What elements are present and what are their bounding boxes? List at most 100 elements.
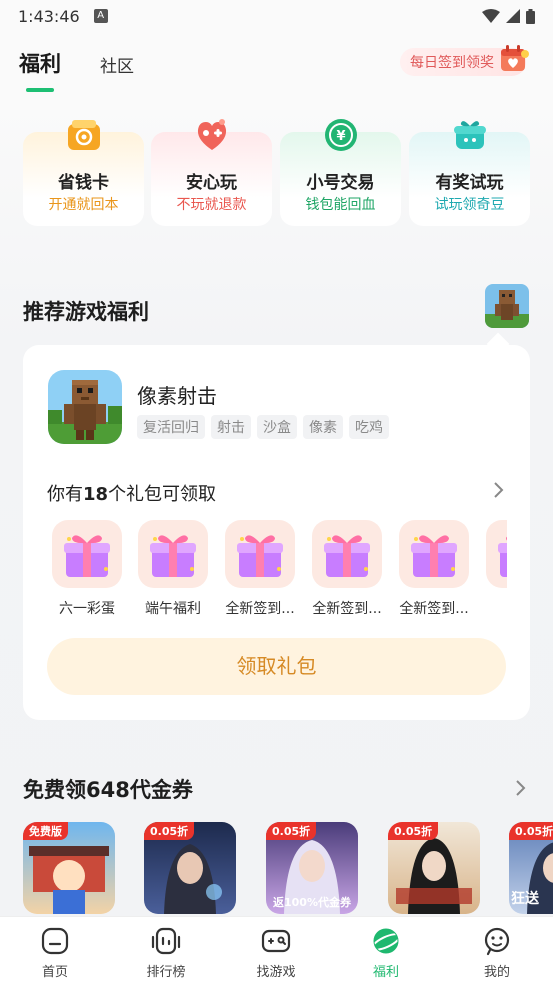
claim-gift-button[interactable]: 领取礼包 — [47, 638, 506, 695]
nav-label: 排行榜 — [146, 965, 186, 980]
gift-tile — [138, 520, 208, 588]
pixel-game-thumbnail-icon — [485, 284, 529, 328]
gift-count-suffix: 个礼包可领取 — [108, 484, 217, 505]
home-icon — [41, 927, 69, 955]
gift-label: 全新签到... — [399, 601, 469, 617]
recommend-section-title: 推荐游戏福利 — [23, 300, 149, 324]
game-tag: 像素 — [303, 415, 343, 439]
profile-icon — [484, 927, 510, 956]
gamepad-heart-icon — [197, 119, 227, 150]
gift-item[interactable]: 全新签到... — [220, 520, 300, 618]
find-game-icon — [261, 929, 291, 953]
planet-icon — [371, 928, 401, 954]
nav-label: 福利 — [372, 965, 399, 980]
feature-title: 有奖试玩 — [435, 173, 504, 193]
gift-item[interactable]: 全新 — [481, 520, 507, 618]
nav-icon-wrap — [126, 925, 206, 957]
gift-label: 六一彩蛋 — [59, 601, 115, 617]
gift-item[interactable]: 全新签到... — [394, 520, 474, 618]
status-time: 1:43:46 — [18, 6, 80, 26]
gift-tile — [52, 520, 122, 588]
pixel-shooter-game-icon — [48, 370, 122, 444]
gift-tile — [399, 520, 469, 588]
signal-icon — [506, 9, 520, 23]
game-name[interactable]: 像素射击 — [137, 380, 217, 409]
game-icon[interactable] — [48, 370, 122, 444]
coupon-game-tile[interactable]: 免费版 — [23, 822, 115, 914]
status-bar: 1:43:46 A — [0, 0, 553, 32]
chevron-right-icon[interactable] — [490, 480, 506, 500]
gift-box-icon — [498, 536, 507, 577]
gift-item[interactable]: 全新签到... — [307, 520, 387, 618]
active-tab-indicator — [26, 88, 54, 92]
daily-checkin-label: 每日签到领奖 — [410, 55, 494, 71]
gift-label: 全新签到... — [225, 601, 295, 617]
gift-box-icon — [324, 535, 370, 577]
nav-icon-wrap — [346, 925, 426, 957]
daily-checkin-button[interactable]: 每日签到领奖 — [400, 45, 529, 76]
feature-title: 省钱卡 — [58, 173, 109, 193]
coupon-badge: 免费版 — [23, 822, 68, 840]
feature-subtitle: 不玩就退款 — [176, 197, 247, 213]
nav-ranking[interactable]: 排行榜 — [126, 925, 206, 980]
coupon-game-tile[interactable]: 0.05折 返100%代金券 — [266, 822, 358, 914]
feature-subtitle: 钱包能回血 — [305, 197, 376, 213]
gift-bag-icon — [454, 121, 486, 149]
coupon-section-title: 免费领648代金券 — [23, 778, 193, 802]
nav-icon-wrap — [457, 925, 537, 957]
tab-community[interactable]: 社区 — [100, 52, 134, 77]
gift-label: 端午福利 — [145, 601, 201, 617]
feature-card-trial-play[interactable]: 有奖试玩 试玩领奇豆 — [409, 121, 530, 226]
svg-text:¥: ¥ — [336, 129, 345, 144]
nav-profile[interactable]: 我的 — [457, 925, 537, 980]
feature-title: 小号交易 — [306, 173, 375, 193]
game-tag: 复活回归 — [137, 415, 205, 439]
gift-box-icon — [411, 535, 457, 577]
wifi-icon — [482, 9, 500, 23]
gift-tile — [312, 520, 382, 588]
gift-tile — [486, 520, 507, 588]
gift-list: 六一彩蛋 端午福利 全新签到... 全新签到... 全新签到... 全新 — [47, 520, 507, 620]
battery-icon — [526, 8, 535, 24]
coupon-caption: 返100%代金券 — [273, 896, 351, 909]
coupon-caption: 狂送 — [511, 891, 539, 907]
gift-count-prefix: 你有 — [47, 484, 83, 505]
coupon-badge: 0.05折 — [509, 822, 553, 840]
game-tag: 吃鸡 — [349, 415, 389, 439]
gift-item[interactable]: 端午福利 — [133, 520, 213, 618]
coupon-game-tile[interactable]: 0.05折 狂送 — [509, 822, 553, 914]
top-bar: 福利 社区 每日签到领奖 — [0, 32, 553, 98]
selected-game-thumbnail[interactable] — [485, 284, 529, 328]
coupon-badge: 0.05折 — [144, 822, 195, 840]
chevron-right-icon[interactable] — [512, 778, 528, 798]
coupon-game-tile[interactable]: 0.05折 — [388, 822, 480, 914]
feature-title: 安心玩 — [186, 173, 237, 193]
feature-subtitle: 试玩领奇豆 — [434, 197, 505, 213]
feature-card-account-trade[interactable]: ¥ 小号交易 钱包能回血 — [280, 119, 401, 226]
nav-icon-wrap — [15, 925, 95, 957]
wallet-card-icon — [68, 120, 100, 150]
notification-badge-icon: A — [93, 9, 108, 23]
coupon-game-tile[interactable]: 0.05折 — [144, 822, 236, 914]
gift-count-row[interactable]: 你有18个礼包可领取 — [47, 480, 216, 506]
nav-home[interactable]: 首页 — [15, 925, 95, 980]
gift-item[interactable]: 六一彩蛋 — [47, 520, 127, 618]
nav-welfare[interactable]: 福利 — [346, 925, 426, 980]
gift-box-icon — [237, 535, 283, 577]
game-tag: 射击 — [211, 415, 251, 439]
gift-tile — [225, 520, 295, 588]
bottom-nav: 首页 排行榜 找游戏 福利 我的 — [0, 916, 553, 983]
coupon-game-list: 免费版 0.05折 0.05折 返100%代金券 0.05折 0.05折 狂送 — [23, 822, 553, 916]
gift-label: 全新签到... — [312, 601, 382, 617]
game-tags: 复活回归 射击 沙盒 像素 吃鸡 — [137, 415, 389, 439]
feature-card-savings[interactable]: 省钱卡 开通就回本 — [23, 120, 144, 226]
coupon-badge: 0.05折 — [388, 822, 439, 840]
nav-icon-wrap — [236, 925, 316, 957]
game-tag: 沙盒 — [257, 415, 297, 439]
nav-find-game[interactable]: 找游戏 — [236, 925, 316, 980]
gift-count-number: 18 — [83, 484, 109, 505]
feature-card-safe-play[interactable]: 安心玩 不玩就退款 — [151, 119, 272, 226]
gift-box-icon — [64, 535, 110, 577]
ranking-icon — [151, 927, 181, 955]
tab-welfare[interactable]: 福利 — [19, 48, 61, 78]
